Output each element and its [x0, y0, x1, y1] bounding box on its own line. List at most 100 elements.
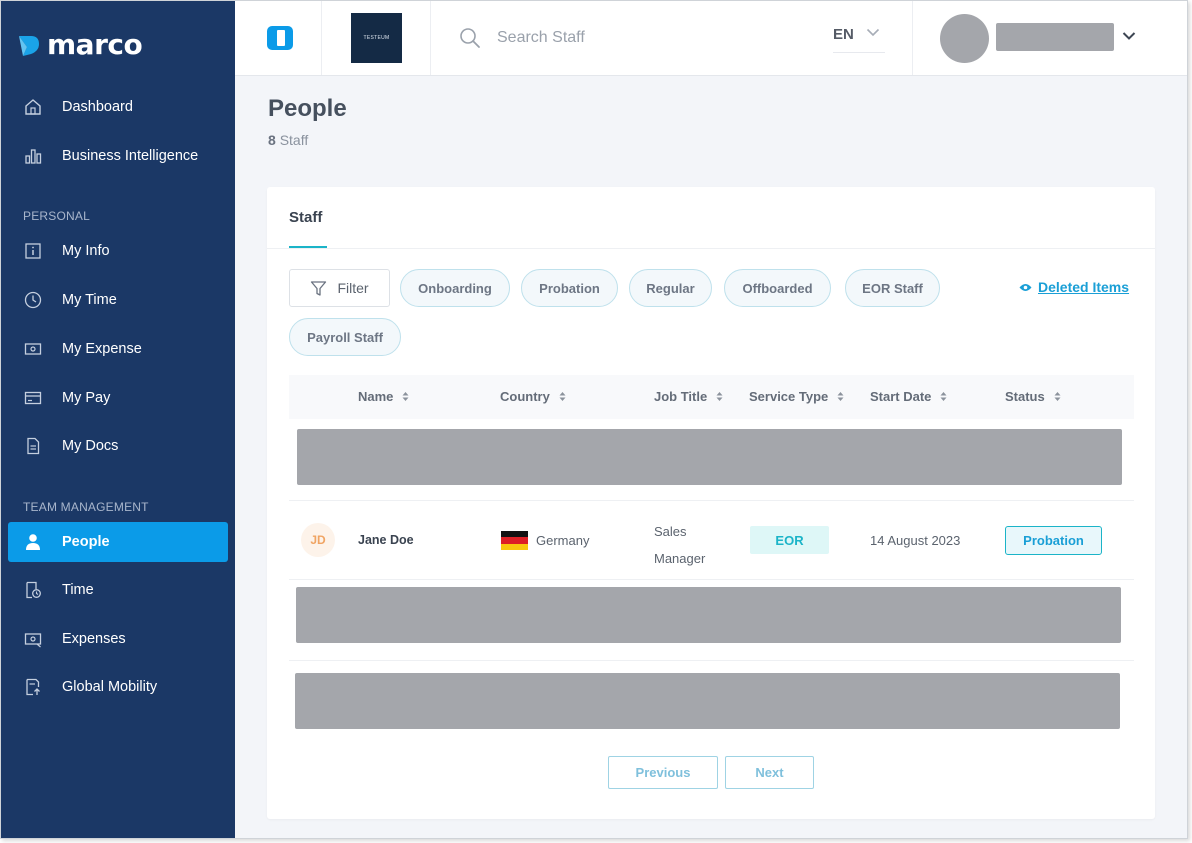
- service-type-badge: EOR: [750, 526, 829, 554]
- person-icon: [22, 531, 44, 553]
- sidebar-item-label: My Docs: [62, 438, 119, 454]
- table-header: Name Country Job Title Service Type Star…: [289, 375, 1134, 419]
- germany-flag-icon: [501, 531, 528, 550]
- sidebar: marco Dashboard Business Intelligence PE…: [1, 1, 235, 838]
- tab-divider: [267, 248, 1155, 249]
- sidebar-item-label: People: [62, 534, 110, 550]
- column-header-name[interactable]: Name: [358, 389, 409, 404]
- column-header-start-date[interactable]: Start Date: [870, 389, 947, 404]
- table-row[interactable]: JD Jane Doe Germany Sales Manager EOR 14…: [289, 501, 1134, 579]
- marco-logo[interactable]: marco: [17, 28, 143, 61]
- previous-button[interactable]: Previous: [608, 756, 718, 789]
- filter-label: Filter: [337, 280, 369, 296]
- sort-icon: [837, 391, 844, 402]
- sidebar-item-label: My Pay: [62, 390, 111, 406]
- sidebar-item-label: My Info: [62, 243, 110, 259]
- sort-icon: [1054, 391, 1061, 402]
- section-label-team-management: TEAM MANAGEMENT: [23, 500, 149, 514]
- column-label: Service Type: [749, 389, 829, 404]
- top-header: TESTEUM EN: [235, 1, 1187, 76]
- sidebar-item-label: My Expense: [62, 341, 142, 357]
- user-avatar[interactable]: [940, 14, 989, 63]
- filter-icon: [311, 280, 327, 296]
- sidebar-item-label: Global Mobility: [62, 679, 158, 695]
- sidebar-item-label: Expenses: [62, 631, 126, 647]
- column-header-service-type[interactable]: Service Type: [749, 389, 844, 404]
- column-header-job-title[interactable]: Job Title: [654, 389, 723, 404]
- avatar-initials: JD: [301, 523, 335, 557]
- header-divider: [321, 1, 322, 75]
- column-label: Job Title: [654, 389, 708, 404]
- search-input[interactable]: [497, 25, 757, 51]
- sidebar-item-people[interactable]: People: [8, 522, 228, 562]
- tab-staff[interactable]: Staff: [289, 209, 322, 226]
- clock-icon: [22, 289, 44, 311]
- redacted-table-row: [297, 429, 1122, 485]
- home-icon: [22, 96, 44, 118]
- redacted-username: [996, 23, 1114, 51]
- cell-country: Germany: [536, 533, 590, 548]
- sidebar-item-dashboard[interactable]: Dashboard: [8, 87, 228, 127]
- time-sheet-icon: [22, 579, 44, 601]
- cell-job-title: Sales Manager: [654, 524, 706, 566]
- sidebar-toggle-button[interactable]: [267, 26, 293, 50]
- column-label: Country: [500, 389, 550, 404]
- section-label-personal: PERSONAL: [23, 209, 90, 223]
- chip-regular[interactable]: Regular: [629, 269, 712, 307]
- chip-onboarding[interactable]: Onboarding: [400, 269, 510, 307]
- redacted-table-row: [296, 587, 1121, 643]
- next-button[interactable]: Next: [725, 756, 814, 789]
- info-icon: [22, 240, 44, 262]
- page-title: People: [268, 95, 347, 122]
- sidebar-item-label: Business Intelligence: [62, 148, 199, 164]
- logo-text: marco: [47, 28, 143, 61]
- sidebar-item-my-info[interactable]: My Info: [8, 231, 228, 271]
- expenses-icon: [22, 628, 44, 650]
- sidebar-item-business-intelligence[interactable]: Business Intelligence: [8, 136, 228, 176]
- column-label: Start Date: [870, 389, 932, 404]
- company-logo[interactable]: TESTEUM: [351, 13, 402, 63]
- sidebar-item-label: Time: [62, 582, 94, 598]
- row-divider: [289, 660, 1134, 661]
- marco-logo-icon: [19, 36, 39, 56]
- chevron-down-icon: [866, 28, 879, 37]
- mobility-icon: [22, 676, 44, 698]
- sidebar-item-expenses[interactable]: Expenses: [8, 619, 228, 659]
- sidebar-item-my-expense[interactable]: My Expense: [8, 329, 228, 369]
- sidebar-item-time[interactable]: Time: [8, 570, 228, 610]
- chip-probation[interactable]: Probation: [521, 269, 618, 307]
- header-divider: [912, 1, 913, 75]
- document-icon: [22, 435, 44, 457]
- column-label: Name: [358, 389, 394, 404]
- search-icon: [460, 28, 480, 48]
- sidebar-item-my-pay[interactable]: My Pay: [8, 378, 228, 418]
- app-window: marco Dashboard Business Intelligence PE…: [0, 0, 1188, 839]
- staff-count-value: 8: [268, 132, 276, 148]
- bar-chart-icon: [22, 145, 44, 167]
- cell-name[interactable]: Jane Doe: [358, 533, 414, 547]
- chip-offboarded[interactable]: Offboarded: [724, 269, 831, 307]
- company-logo-text: TESTEUM: [363, 35, 390, 41]
- sidebar-item-my-time[interactable]: My Time: [8, 280, 228, 320]
- sidebar-item-my-docs[interactable]: My Docs: [8, 426, 228, 466]
- sidebar-item-label: My Time: [62, 292, 117, 308]
- staff-count: 8 Staff: [268, 132, 308, 148]
- cell-start-date: 14 August 2023: [870, 533, 961, 548]
- row-divider: [289, 579, 1134, 580]
- chevron-down-icon[interactable]: [1122, 31, 1136, 41]
- column-header-status[interactable]: Status: [1005, 389, 1061, 404]
- header-divider: [430, 1, 431, 75]
- sidebar-item-global-mobility[interactable]: Global Mobility: [8, 667, 228, 707]
- deleted-items-label: Deleted Items: [1038, 279, 1130, 295]
- chip-payroll-staff[interactable]: Payroll Staff: [289, 318, 401, 356]
- status-badge[interactable]: Probation: [1005, 526, 1102, 555]
- eye-icon: [1019, 283, 1032, 291]
- column-header-country[interactable]: Country: [500, 389, 566, 404]
- chip-eor-staff[interactable]: EOR Staff: [845, 269, 940, 307]
- sort-icon: [940, 391, 947, 402]
- staff-card: Staff Filter Onboarding Probation Regula…: [267, 187, 1155, 819]
- deleted-items-link[interactable]: Deleted Items: [1019, 279, 1129, 295]
- redacted-table-row: [295, 673, 1120, 729]
- filter-button[interactable]: Filter: [289, 269, 390, 307]
- language-select[interactable]: EN: [833, 21, 885, 53]
